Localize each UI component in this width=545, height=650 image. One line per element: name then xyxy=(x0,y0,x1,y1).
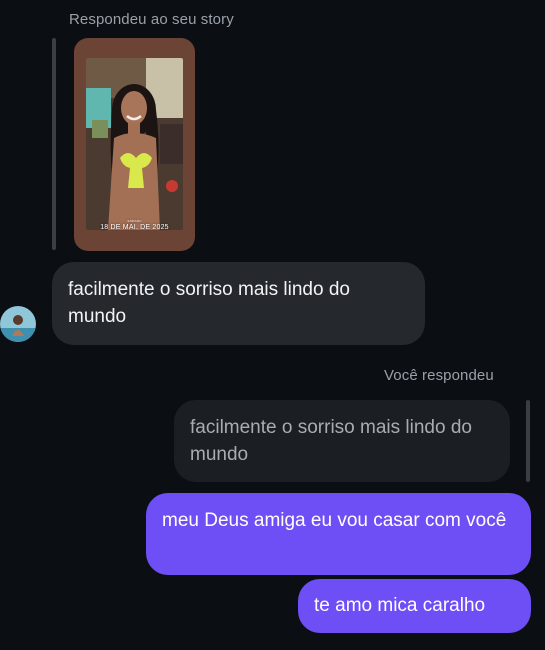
story-reply-quote-bar xyxy=(52,38,56,250)
story-date-sticker: sábado 18 DE MAI. DE 2025 xyxy=(100,218,169,231)
reply-quote-bar xyxy=(526,400,530,482)
you-replied-label: Você respondeu xyxy=(384,367,494,384)
outgoing-message-bubble[interactable]: meu Deus amiga eu vou casar com você xyxy=(146,493,531,575)
quoted-message-bubble[interactable]: facilmente o sorriso mais lindo do mundo xyxy=(174,400,510,482)
sender-avatar[interactable] xyxy=(0,306,36,342)
incoming-message-bubble[interactable]: facilmente o sorriso mais lindo do mundo xyxy=(52,262,425,345)
story-reply-label: Respondeu ao seu story xyxy=(69,11,234,28)
outgoing-message-bubble[interactable]: te amo mica caralho xyxy=(298,579,531,633)
story-thumbnail-image[interactable] xyxy=(86,58,183,230)
story-preview-card[interactable]: sábado 18 DE MAI. DE 2025 xyxy=(74,38,195,251)
